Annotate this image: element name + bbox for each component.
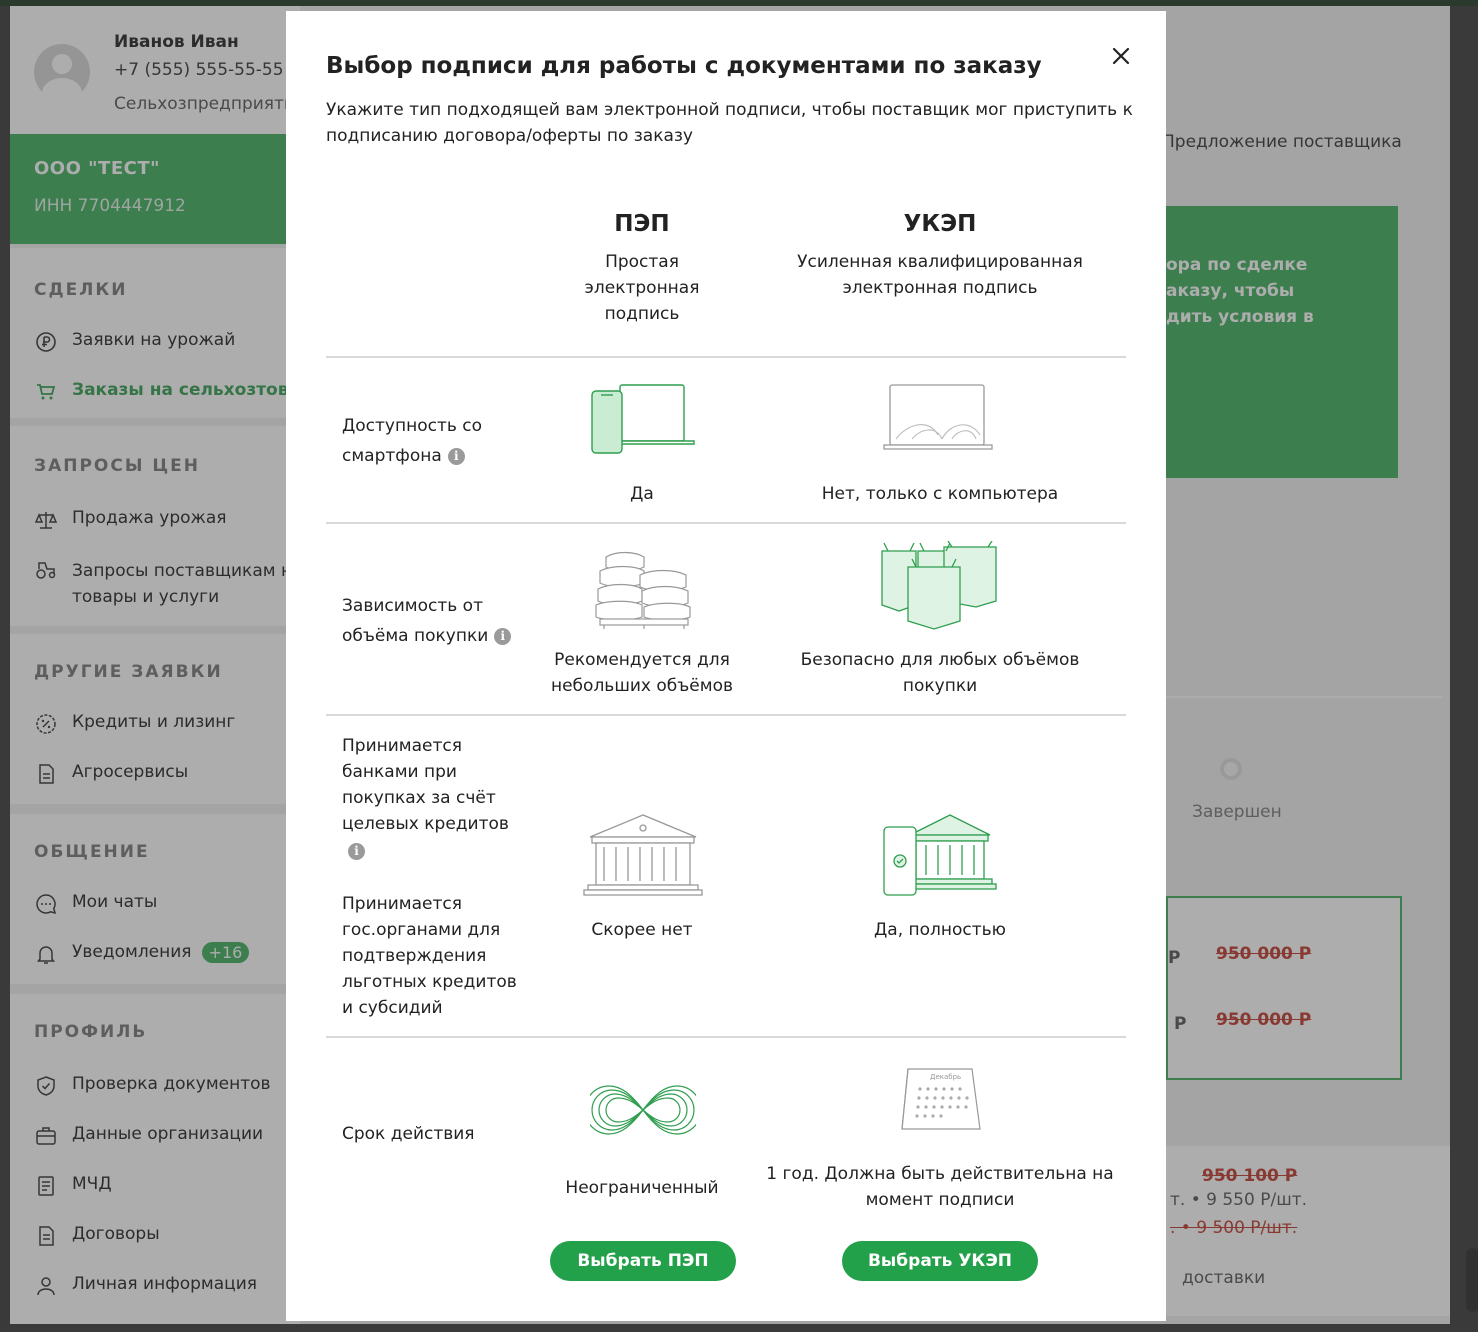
row-divider xyxy=(326,356,1126,358)
cell-volume-pep: Рекомендуется для небольших объёмов xyxy=(550,650,733,696)
row-label-smartphone: Доступность со смартфона i xyxy=(342,411,512,471)
select-ukep-button[interactable]: Выбрать УКЭП xyxy=(842,1241,1038,1281)
cell-validity-ukep: 1 год. Должна быть действительна на моме… xyxy=(766,1164,1114,1210)
row-label-text: Принимается банками при покупках за счёт… xyxy=(342,736,509,834)
cell-validity-pep: Неограниченный xyxy=(565,1178,719,1198)
row-label-text: Зависимость от объёма покупки xyxy=(342,596,489,646)
signature-choice-modal: Выбор подписи для работы с документами п… xyxy=(286,11,1166,1321)
select-pep-button[interactable]: Выбрать ПЭП xyxy=(550,1241,736,1281)
row-label-government: Принимается гос.органами для подтвержден… xyxy=(342,894,517,1018)
info-icon[interactable]: i xyxy=(447,448,465,465)
row-label-validity: Срок действия xyxy=(342,1124,475,1144)
phone-and-laptop-icon xyxy=(591,384,695,454)
row-divider xyxy=(326,522,1126,524)
cell-volume-ukep: Безопасно для любых объёмов покупки xyxy=(800,650,1080,696)
infinity-icon xyxy=(590,1085,696,1135)
bank-building-icon xyxy=(583,814,703,896)
sacks-pallet-icon xyxy=(595,551,691,629)
cell-smartphone-pep: Да xyxy=(630,484,654,504)
column-header-ukep: УКЭП Усиленная квалифицированная электро… xyxy=(790,211,1090,301)
column-title-ukep: УКЭП xyxy=(903,211,977,237)
close-icon[interactable] xyxy=(1108,43,1134,69)
row-divider xyxy=(326,714,1126,716)
modal-title: Выбор подписи для работы с документами п… xyxy=(326,53,1042,79)
column-subtitle-ukep: Усиленная квалифицированная электронная … xyxy=(797,252,1083,298)
column-subtitle-pep: Простая электронная подпись xyxy=(584,252,700,324)
column-header-pep: ПЭП Простая электронная подпись xyxy=(532,211,752,327)
big-bags-icon xyxy=(881,541,997,630)
row-divider xyxy=(326,1036,1126,1038)
row-label-banks: Принимается банками при покупках за счёт… xyxy=(342,733,522,864)
row-label-volume: Зависимость от объёма покупки i xyxy=(342,591,532,651)
phone-and-bank-icon xyxy=(883,814,997,896)
info-icon[interactable]: i xyxy=(348,843,365,860)
cell-banks-pep: Скорее нет xyxy=(591,920,693,940)
laptop-icon xyxy=(883,384,993,450)
modal-subtitle: Укажите тип подходящей вам электронной п… xyxy=(326,100,1133,146)
column-title-pep: ПЭП xyxy=(614,211,670,237)
info-icon[interactable]: i xyxy=(494,628,512,645)
cell-banks-ukep: Да, полностью xyxy=(874,920,1006,940)
calendar-icon: Декабрь xyxy=(901,1068,981,1130)
cell-smartphone-ukep: Нет, только с компьютера xyxy=(821,484,1059,504)
calendar-month-label: Декабрь xyxy=(930,1073,961,1081)
